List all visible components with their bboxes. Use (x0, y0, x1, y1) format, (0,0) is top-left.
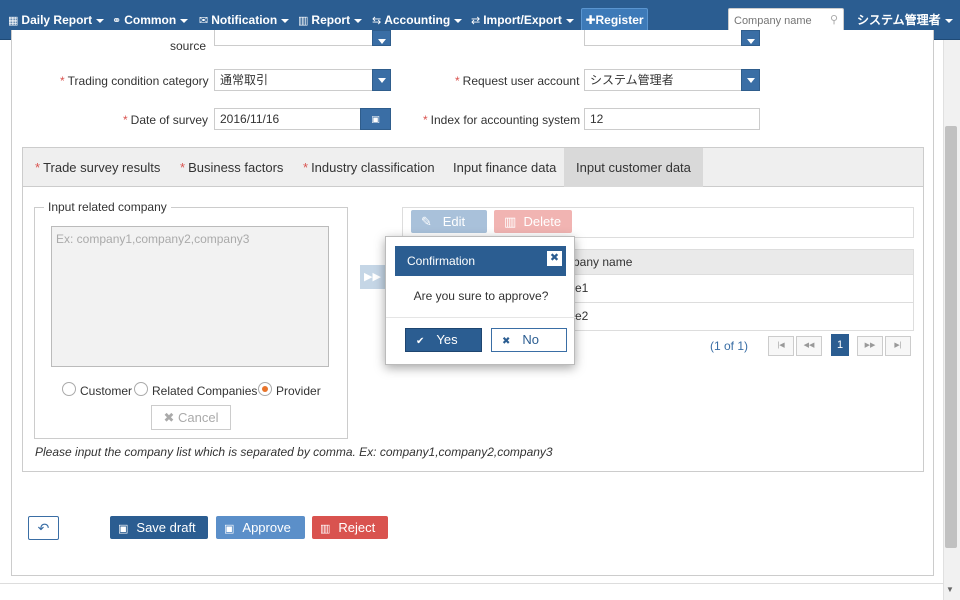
confirmation-dialog: Confirmation ✖ Are you sure to approve? … (385, 236, 576, 365)
edit-button[interactable]: ✎ Edit (411, 210, 487, 233)
reject-label: Reject (338, 520, 376, 535)
scroll-down-icon[interactable]: ▼ (946, 585, 954, 594)
approve-label: Approve (242, 520, 291, 535)
grid-cell: e2 (575, 309, 589, 323)
nav-notification-label: Notification (211, 13, 278, 27)
partial-field[interactable] (584, 30, 760, 46)
radio-related-companies-label: Related Companies (152, 384, 258, 398)
prev-page-button[interactable]: ◀◀ (796, 336, 822, 356)
save-draft-button[interactable]: ▣ Save draft (110, 516, 208, 539)
search-icon[interactable]: ⚲ (830, 13, 838, 26)
trash-icon: ▥ (320, 523, 331, 535)
no-button[interactable]: ✖ No (491, 328, 567, 352)
caret-down-icon (96, 18, 105, 23)
date-of-survey-input[interactable]: 2016/11/16 (214, 108, 361, 130)
date-of-survey-label: * Date of survey (123, 113, 209, 127)
caret-down-icon (180, 18, 189, 23)
close-icon: ✖ (502, 336, 511, 347)
yes-label: Yes (436, 332, 458, 347)
index-accounting-input[interactable]: 12 (584, 108, 760, 130)
request-user-dropdown-button[interactable] (741, 69, 760, 91)
caret-down-icon (354, 18, 363, 23)
request-user-label: * Request user account (455, 74, 580, 88)
grid-cell: e1 (575, 281, 589, 295)
current-page[interactable]: 1 (831, 334, 849, 356)
trading-condition-dropdown-button[interactable] (372, 69, 391, 91)
radio-provider-label: Provider (276, 384, 321, 398)
radio-related-companies[interactable] (134, 382, 148, 396)
undo-icon: ↶ (37, 520, 50, 536)
grid-header-company-name: pany name (573, 255, 633, 269)
tab-input-customer-data[interactable]: Input customer data (564, 148, 703, 187)
close-icon: ✖ (163, 410, 175, 425)
source-label: source (170, 39, 207, 53)
trading-condition-select[interactable]: 通常取引 (214, 69, 391, 91)
cancel-label: Cancel (178, 410, 219, 425)
source-field[interactable] (214, 30, 391, 46)
plus-icon: ✚ (585, 13, 596, 27)
register-label: Register (595, 13, 644, 27)
tab-trade-survey-results[interactable]: * Trade survey results (23, 148, 172, 187)
user-name: システム管理者 (857, 13, 941, 27)
partial-dropdown-button[interactable] (741, 30, 760, 46)
dialog-message: Are you sure to approve? (413, 289, 549, 303)
index-accounting-label: * Index for accounting system (423, 113, 581, 127)
page-divider (0, 583, 943, 584)
delete-label: Delete (523, 214, 562, 229)
radio-customer[interactable] (62, 382, 76, 396)
approve-button[interactable]: ▣ Approve (216, 516, 305, 539)
save-draft-label: Save draft (136, 520, 196, 535)
scrollbar-thumb[interactable] (945, 126, 957, 548)
caret-down-icon (565, 18, 574, 23)
cancel-button[interactable]: ✖ Cancel (151, 405, 231, 430)
calendar-button[interactable]: ▣ (360, 108, 391, 130)
save-icon: ▣ (118, 523, 129, 535)
first-page-button[interactable]: |◀ (768, 336, 794, 356)
last-page-button[interactable]: ▶| (885, 336, 911, 356)
nav-report-label: Report (311, 13, 351, 27)
dialog-header: Confirmation ✖ (395, 246, 566, 276)
close-icon[interactable]: ✖ (547, 251, 562, 266)
back-button[interactable]: ↶ (28, 516, 59, 540)
related-company-legend: Input related company (44, 200, 171, 214)
source-dropdown-button[interactable] (372, 30, 391, 46)
radio-provider[interactable] (258, 382, 272, 396)
nav-accounting-label: Accounting (384, 13, 451, 27)
caret-down-icon (281, 18, 290, 23)
delete-button[interactable]: ▥ Delete (494, 210, 572, 233)
tab-business-factors[interactable]: * Business factors (168, 148, 295, 187)
tab-bar: * Trade survey results * Business factors … (23, 148, 923, 187)
no-label: No (522, 332, 540, 347)
nav-common-label: Common (124, 13, 177, 27)
fast-forward-icon: ▶▶ (364, 271, 381, 283)
company-search-input[interactable] (729, 9, 823, 32)
move-right-button[interactable]: ▶▶ (360, 265, 385, 289)
save-icon: ▣ (224, 523, 235, 535)
request-user-select[interactable]: システム管理者 (584, 69, 760, 91)
yes-button[interactable]: ✔ Yes (405, 328, 482, 352)
edit-label: Edit (442, 214, 466, 229)
trading-condition-label: * Trading condition category (60, 74, 209, 88)
nav-import-export-label: Import/Export (483, 13, 562, 27)
trash-icon: ▥ (504, 214, 517, 229)
radio-customer-label: Customer (80, 384, 133, 398)
related-company-textarea[interactable]: Ex: company1,company2,company3 (51, 226, 329, 367)
caret-down-icon (944, 18, 953, 23)
reject-button[interactable]: ▥ Reject (312, 516, 388, 539)
pager-text: (1 of 1) (710, 339, 749, 353)
caret-down-icon (454, 18, 463, 23)
dialog-divider (386, 317, 576, 318)
tab-input-finance-data[interactable]: Input finance data (441, 148, 568, 187)
related-company-hint: Please input the company list which is s… (35, 445, 553, 459)
check-icon: ✔ (416, 336, 425, 347)
dialog-title: Confirmation (407, 254, 476, 268)
nav-daily-report-label: Daily Report (21, 13, 93, 27)
calendar-icon: ▣ (371, 114, 380, 124)
next-page-button[interactable]: ▶▶ (857, 336, 883, 356)
tab-industry-classification[interactable]: * Industry classification (291, 148, 447, 187)
edit-icon: ✎ (421, 214, 432, 229)
